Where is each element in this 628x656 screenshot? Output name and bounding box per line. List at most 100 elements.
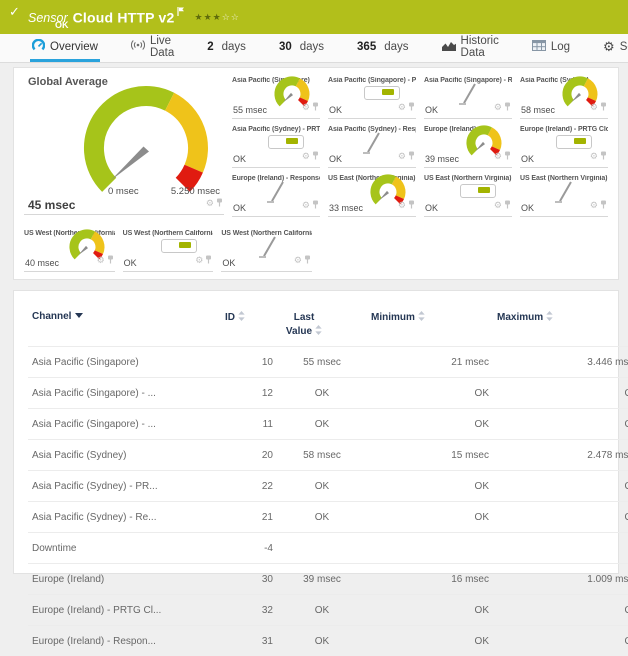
gauge-cell[interactable]: US West (Northern California)... OK ⚙ bbox=[123, 223, 214, 272]
flag-icon[interactable] bbox=[177, 3, 185, 20]
channel-gear-icon[interactable]: ⚙ bbox=[494, 152, 502, 161]
cell-maximum: 3.446 msec bbox=[493, 347, 628, 378]
gauge-cell[interactable]: US West (Northern California)... OK ⚙ bbox=[221, 223, 312, 272]
gauge-cell[interactable]: Asia Pacific (Singapore) - PR... OK ⚙ bbox=[328, 70, 416, 119]
sensor-header: ✓ SensorCloud HTTP v2★★★☆☆ OK bbox=[0, 0, 628, 34]
channel-gear-icon[interactable]: ⚙ bbox=[195, 256, 203, 265]
gauge-scale-min: 0 msec bbox=[108, 186, 139, 197]
column-header-channel[interactable]: Channel bbox=[28, 307, 221, 347]
lookup-bar bbox=[460, 184, 496, 198]
channel-gear-icon[interactable]: ⚙ bbox=[398, 152, 406, 161]
gauge-cell[interactable]: Europe (Ireland) - PRTG Cloud... OK ⚙ bbox=[520, 119, 608, 168]
channel-gear-icon[interactable]: ⚙ bbox=[302, 103, 310, 112]
gauge-cell[interactable]: Europe (Ireland) - Response C... OK ⚙ bbox=[232, 168, 320, 217]
channel-gear-icon[interactable]: ⚙ bbox=[302, 152, 310, 161]
table-header-row: Channel ID Last Value Minimum Maximum bbox=[28, 307, 628, 347]
sort-icon bbox=[418, 311, 425, 321]
channel-gauge-grid-bottom: US West (Northern California) 40 msec ⚙ … bbox=[20, 223, 612, 272]
cell-last-value: OK bbox=[277, 378, 367, 409]
pin-icon[interactable] bbox=[504, 196, 511, 214]
cell-id: -4 bbox=[221, 533, 277, 564]
cell-channel: Downtime bbox=[28, 533, 221, 564]
gauge-cell[interactable]: Asia Pacific (Sydney) - Respo... OK ⚙ bbox=[328, 119, 416, 168]
gauge-cell[interactable]: US East (Northern Virginia) - ... OK ⚙ bbox=[424, 168, 512, 217]
cell-maximum: OK bbox=[493, 378, 628, 409]
tab-settings[interactable]: ⚙ Settings bbox=[601, 34, 628, 62]
gauge-cell[interactable]: US East (Northern Virginia) - ... OK ⚙ bbox=[520, 168, 608, 217]
cell-minimum: OK bbox=[367, 471, 493, 502]
channel-gear-icon[interactable]: ⚙ bbox=[590, 152, 598, 161]
empty-cell bbox=[320, 223, 411, 271]
pin-icon[interactable] bbox=[504, 147, 511, 165]
channel-gear-icon[interactable]: ⚙ bbox=[494, 103, 502, 112]
priority-stars[interactable]: ★★★☆☆ bbox=[195, 12, 240, 22]
channel-gear-icon[interactable]: ⚙ bbox=[206, 199, 214, 208]
tab-overview[interactable]: Overview bbox=[30, 34, 100, 62]
column-header-minimum[interactable]: Minimum bbox=[367, 307, 493, 347]
tab-log[interactable]: Log bbox=[530, 34, 572, 62]
column-header-maximum[interactable]: Maximum bbox=[493, 307, 628, 347]
gauge-value: 45 msec bbox=[28, 198, 75, 212]
pin-icon[interactable] bbox=[312, 196, 319, 214]
cell-id: 30 bbox=[221, 564, 277, 595]
channel-gear-icon[interactable]: ⚙ bbox=[494, 201, 502, 210]
pin-icon[interactable] bbox=[408, 147, 415, 165]
table-row: Asia Pacific (Sydney) - PR...22OKOKOK bbox=[28, 471, 628, 502]
channel-gear-icon[interactable]: ⚙ bbox=[302, 201, 310, 210]
gauge-cell[interactable]: Asia Pacific (Singapore) - Res... OK ⚙ bbox=[424, 70, 512, 119]
cell-id: 31 bbox=[221, 626, 277, 656]
channel-gear-icon[interactable]: ⚙ bbox=[294, 256, 302, 265]
pin-icon[interactable] bbox=[312, 98, 319, 116]
channel-gear-icon[interactable]: ⚙ bbox=[590, 201, 598, 210]
cell-last-value: 39 msec bbox=[277, 564, 367, 595]
channel-gear-icon[interactable]: ⚙ bbox=[97, 256, 105, 265]
pin-icon[interactable] bbox=[408, 196, 415, 214]
table-row: Asia Pacific (Sydney)2058 msec15 msec2.4… bbox=[28, 440, 628, 471]
cell-id: 11 bbox=[221, 409, 277, 440]
gauge-cell-global-average[interactable]: Global Average 0 msec 5.250 msec 45 msec… bbox=[24, 70, 224, 215]
needle-gauge bbox=[552, 178, 568, 204]
cell-maximum: OK bbox=[493, 409, 628, 440]
pin-icon[interactable] bbox=[312, 147, 319, 165]
cell-channel: Europe (Ireland) - PRTG Cl... bbox=[28, 595, 221, 626]
overview-gauge-icon bbox=[32, 39, 45, 55]
pin-icon[interactable] bbox=[600, 196, 607, 214]
pin-icon[interactable] bbox=[205, 251, 212, 269]
channel-gear-icon[interactable]: ⚙ bbox=[398, 103, 406, 112]
cell-maximum: OK bbox=[493, 471, 628, 502]
column-header-id[interactable]: ID bbox=[221, 307, 277, 347]
gauge-cell[interactable]: US West (Northern California) 40 msec ⚙ bbox=[24, 223, 115, 272]
status-badge: OK bbox=[55, 20, 69, 30]
gauge-cell[interactable]: Asia Pacific (Sydney) - PRTG ... OK ⚙ bbox=[232, 119, 320, 168]
cell-last-value: OK bbox=[277, 502, 367, 533]
lookup-bar bbox=[364, 86, 400, 100]
gear-icon: ⚙ bbox=[603, 40, 615, 53]
tab-historic-data[interactable]: Historic Data bbox=[440, 34, 501, 62]
pin-icon[interactable] bbox=[600, 98, 607, 116]
tab-2-days[interactable]: 2days bbox=[205, 34, 248, 62]
sort-desc-icon bbox=[75, 313, 83, 318]
tab-live-data[interactable]: Live Data bbox=[129, 34, 176, 62]
tab-365-days[interactable]: 365days bbox=[355, 34, 410, 62]
gauge-cell[interactable]: Asia Pacific (Sydney) 58 msec ⚙ bbox=[520, 70, 608, 119]
channel-gear-icon[interactable]: ⚙ bbox=[590, 103, 598, 112]
empty-cell bbox=[419, 223, 510, 271]
gauge-cell[interactable]: Europe (Ireland) 39 msec ⚙ bbox=[424, 119, 512, 168]
pin-icon[interactable] bbox=[216, 194, 223, 212]
gauge-cell[interactable]: US East (Northern Virginia) 33 msec ⚙ bbox=[328, 168, 416, 217]
channel-gear-icon[interactable]: ⚙ bbox=[398, 201, 406, 210]
column-header-last-value[interactable]: Last Value bbox=[277, 307, 367, 347]
cell-channel: Asia Pacific (Singapore) - ... bbox=[28, 378, 221, 409]
tab-30-days[interactable]: 30days bbox=[277, 34, 326, 62]
pin-icon[interactable] bbox=[600, 147, 607, 165]
pin-icon[interactable] bbox=[504, 98, 511, 116]
gauge-cell[interactable]: Asia Pacific (Singapore) 55 msec ⚙ bbox=[232, 70, 320, 119]
table-row: Asia Pacific (Sydney) - Re...21OKOKOK bbox=[28, 502, 628, 533]
pin-icon[interactable] bbox=[304, 251, 311, 269]
cell-maximum: 1.009 msec bbox=[493, 564, 628, 595]
pin-icon[interactable] bbox=[107, 251, 114, 269]
cell-id: 10 bbox=[221, 347, 277, 378]
cell-channel: Asia Pacific (Singapore) - ... bbox=[28, 409, 221, 440]
cell-last-value: OK bbox=[277, 595, 367, 626]
pin-icon[interactable] bbox=[408, 98, 415, 116]
